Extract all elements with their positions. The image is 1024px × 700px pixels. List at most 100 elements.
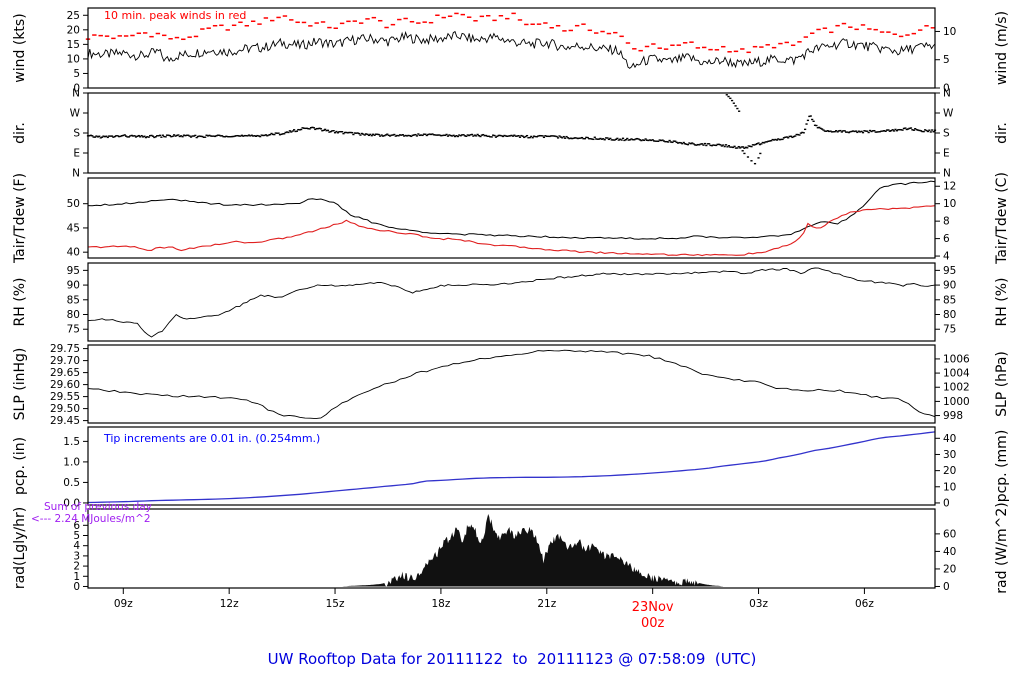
series-wind-dir — [724, 144, 728, 146]
x-label: 03z — [749, 598, 768, 610]
series-wind-dir — [626, 137, 629, 140]
y-axis-label-rh-right: RH (%) — [994, 277, 1010, 327]
y-tick-label-right: 40 — [943, 546, 956, 558]
y-tick-label-left: 95 — [67, 265, 80, 277]
y-axis-label-wind-kts: wind (kts) — [12, 13, 28, 83]
y-tick-label-left: 85 — [67, 294, 80, 306]
series-wind-dir — [708, 143, 711, 145]
series-wind-dir — [369, 133, 372, 136]
series-wind-dir — [603, 139, 606, 141]
series-wind-dir — [181, 135, 184, 138]
series-wind-dir — [91, 135, 94, 137]
series-wind-dir — [700, 143, 704, 145]
series-wind-dir — [164, 136, 167, 138]
y-tick-label-right: 0 — [943, 581, 950, 593]
y-tick-label-right: S — [943, 128, 950, 140]
series-wind-dir — [741, 146, 745, 148]
series-wind-dir — [562, 135, 565, 138]
y-tick-label-right: 4 — [943, 251, 950, 263]
y-axis-label-pcp-in: pcp. (in) — [12, 436, 28, 496]
series-wind-dir — [445, 133, 448, 136]
weather-meteogram: 0 5 10 15 20 25 0 5 10 N E S W N N E S W N 40 45 50 4 6 8 10 12 75 8… — [0, 0, 1024, 700]
series-wind-dir — [703, 142, 706, 145]
y-tick-label-left: 80 — [67, 309, 80, 321]
series-wind-dir — [293, 129, 296, 131]
series-wind-dir — [259, 135, 262, 138]
series-wind-dir — [643, 139, 646, 142]
series-wind-dir — [98, 135, 101, 137]
y-tick-label-right: 0 — [943, 497, 950, 509]
series-wind-dir — [490, 136, 493, 138]
y-tick-label-right: 6 — [943, 233, 950, 245]
series-wind-dir — [287, 131, 290, 134]
series-wind-dir — [319, 128, 323, 130]
series-wind-dir — [760, 143, 763, 145]
series-wind-dir — [805, 123, 808, 125]
y-tick-label-left: 75 — [67, 324, 80, 336]
series-wind-dir-burst — [746, 156, 750, 158]
series-wind-dir-burst — [736, 107, 739, 110]
chart-canvas: 05101520250510NESWNNESWN4045504681012758… — [50, 7, 970, 631]
y-tick-label-left: 29.60 — [50, 379, 80, 391]
series-wind-dir — [465, 135, 468, 138]
series-wind-dir — [723, 145, 726, 148]
y-tick-label-left: 5 — [73, 68, 80, 80]
series-wind-dir — [326, 129, 330, 132]
y-axis-label-slp-inhg: SLP (inHg) — [12, 347, 28, 421]
series-wind-dir — [593, 136, 596, 138]
series-wind-dir — [815, 124, 818, 127]
series-wind-dir — [843, 130, 846, 132]
series-tair — [87, 180, 936, 240]
series-wind-dir — [609, 137, 612, 140]
series-wind-dir — [283, 133, 286, 135]
series-wind-dir — [393, 133, 396, 136]
series-wind-dir — [158, 134, 162, 137]
series-wind-dir — [401, 134, 404, 136]
series-wind-dir — [750, 145, 753, 148]
series-wind-dir — [277, 132, 280, 134]
y-tick-label-left: 0.5 — [63, 477, 80, 489]
series-wind-dir — [171, 135, 174, 138]
series-wind-dir — [705, 144, 708, 147]
series-wind-dir-burst — [725, 94, 728, 96]
y-tick-label-right: E — [943, 148, 950, 160]
series-wind-dir — [757, 142, 760, 144]
y-axis-label-rh-left: RH (%) — [12, 277, 28, 327]
series-wind-dir — [812, 120, 815, 122]
series-wind-dir — [867, 131, 870, 134]
y-tick-label-left: N — [72, 88, 80, 100]
y-tick-label-right: 95 — [943, 265, 956, 277]
series-wind-dir — [606, 137, 609, 139]
series-wind-dir-burst — [732, 102, 735, 104]
series-wind-dir — [556, 137, 560, 139]
series-wind-dir — [173, 134, 176, 136]
series-wind-dir — [620, 139, 623, 141]
y-tick-label-right: 1000 — [943, 396, 970, 408]
series-wind-dir — [686, 143, 690, 146]
y-tick-label-left: 29.45 — [50, 415, 80, 427]
y-tick-label-left: 25 — [67, 10, 80, 22]
x-label: 09z — [114, 598, 133, 610]
series-wind-dir — [517, 135, 520, 137]
series-wind-dir — [884, 130, 887, 133]
series-wind-dir — [531, 136, 534, 139]
x-label: 06z — [855, 598, 874, 610]
series-wind-dir — [555, 135, 558, 138]
y-axis-label-pcp-mm: pcp. (mm) — [994, 429, 1010, 503]
series-wind-dir — [300, 128, 303, 131]
y-tick-label-left: 29.65 — [50, 367, 80, 379]
y-tick-label-right: 1004 — [943, 368, 970, 380]
x-label-date-line1: 23Nov — [632, 600, 674, 615]
series-wind-dir — [794, 135, 797, 137]
series-wind-dir — [931, 129, 934, 131]
panel-rh-border — [87, 262, 936, 342]
x-label: 18z — [431, 598, 450, 610]
series-wind-dir — [332, 130, 335, 132]
y-tick-label-right: 12 — [943, 181, 956, 193]
series-wind-dir — [518, 136, 522, 138]
y-tick-label-left: W — [70, 108, 81, 120]
y-axis-label-dir-right: dir. — [994, 122, 1010, 144]
y-tick-label-right: 20 — [943, 465, 956, 477]
series-wind-dir-burst — [730, 99, 734, 102]
series-wind-dir — [922, 130, 925, 133]
